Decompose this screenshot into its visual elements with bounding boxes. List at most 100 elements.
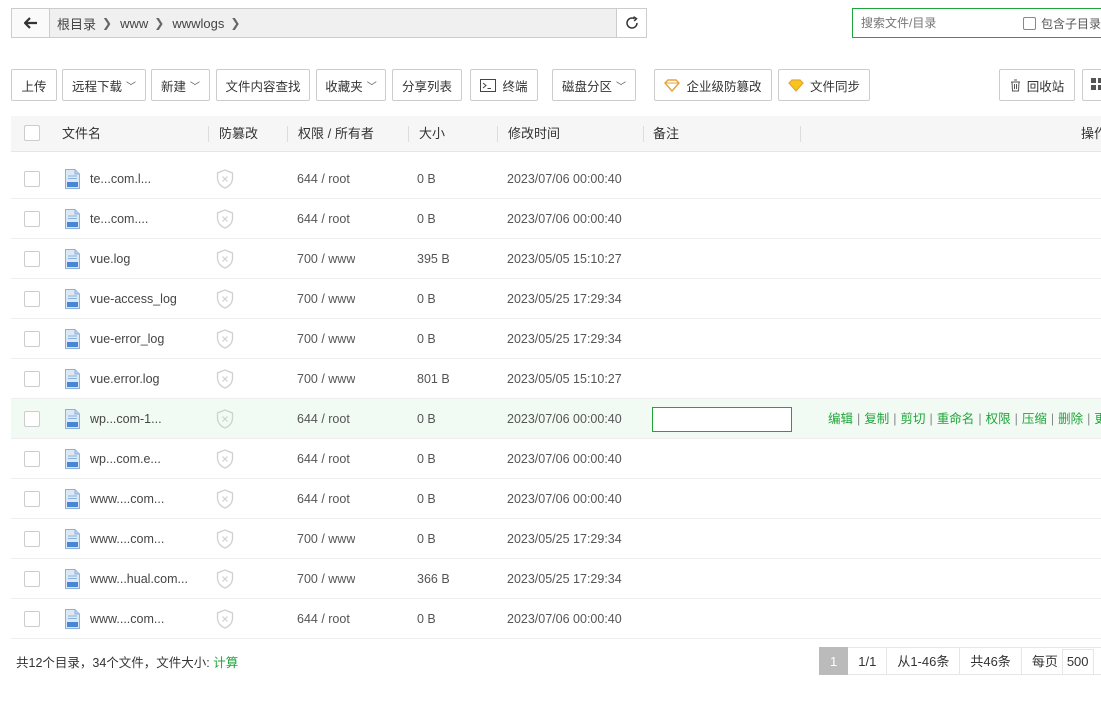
header-mtime[interactable]: 修改时间 — [508, 116, 560, 152]
row-checkbox[interactable] — [24, 611, 40, 627]
calc-size-link[interactable]: 计算 — [213, 656, 238, 670]
action-4[interactable]: 权限 — [986, 412, 1011, 426]
file-name[interactable]: vue.log — [90, 239, 202, 279]
table-row[interactable]: www....com... 700 / www 0 B 2023/05/25 17:2… — [11, 519, 1101, 559]
file-name[interactable]: wp...com-1... — [90, 399, 202, 439]
file-permission[interactable]: 644 / root — [297, 479, 350, 519]
upload-button[interactable]: 上传 — [11, 69, 57, 101]
file-permission[interactable]: 700 / www — [297, 279, 355, 319]
file-permission[interactable]: 700 / www — [297, 319, 355, 359]
file-permission[interactable]: 644 / root — [297, 199, 350, 239]
remote-download-button[interactable]: 远程下载 ﹀ — [62, 69, 146, 101]
shield-icon[interactable] — [216, 209, 234, 229]
disk-partition-button[interactable]: 磁盘分区 ﹀ — [552, 69, 636, 101]
action-5[interactable]: 压缩 — [1022, 412, 1047, 426]
shield-icon[interactable] — [216, 449, 234, 469]
select-all-checkbox[interactable] — [24, 125, 40, 141]
include-subdir-toggle[interactable]: 包含子目录 — [1023, 15, 1101, 32]
breadcrumb-www[interactable]: www — [120, 16, 148, 31]
file-permission[interactable]: 700 / www — [297, 559, 355, 599]
shield-icon[interactable] — [216, 369, 234, 389]
file-permission[interactable]: 700 / www — [297, 519, 355, 559]
favorites-button[interactable]: 收藏夹 ﹀ — [316, 69, 386, 101]
file-permission[interactable]: 644 / root — [297, 439, 350, 479]
file-name[interactable]: vue-error_log — [90, 319, 202, 359]
file-name[interactable]: wp...com.e... — [90, 439, 202, 479]
file-name[interactable]: te...com.l... — [90, 159, 202, 199]
search-input[interactable] — [853, 10, 1023, 36]
shield-icon[interactable] — [216, 249, 234, 269]
file-name[interactable]: vue-access_log — [90, 279, 202, 319]
action-separator: | — [1087, 412, 1091, 426]
shield-icon[interactable] — [216, 529, 234, 549]
enterprise-tamper-button[interactable]: 企业级防篡改 — [654, 69, 772, 101]
table-row[interactable]: www...hual.com... 700 / www 366 B 2023/05/2… — [11, 559, 1101, 599]
shield-icon[interactable] — [216, 569, 234, 589]
row-checkbox[interactable] — [24, 571, 40, 587]
share-list-button[interactable]: 分享列表 — [392, 69, 462, 101]
breadcrumb-root[interactable]: 根目录 — [57, 14, 96, 33]
header-filename[interactable]: 文件名 — [62, 116, 101, 152]
file-mtime: 2023/05/05 15:10:27 — [507, 252, 622, 266]
table-row[interactable]: wp...com-1... 644 / root 0 B 2023/07/06 00:… — [11, 399, 1101, 439]
file-name[interactable]: www....com... — [90, 519, 202, 559]
table-row[interactable]: vue-error_log 700 / www 0 B 2023/05/25 17:2… — [11, 319, 1101, 359]
row-checkbox[interactable] — [24, 291, 40, 307]
row-checkbox[interactable] — [24, 451, 40, 467]
row-checkbox[interactable] — [24, 531, 40, 547]
row-checkbox[interactable] — [24, 211, 40, 227]
action-7[interactable]: 更多 — [1094, 412, 1101, 426]
back-button[interactable] — [12, 9, 50, 37]
shield-icon[interactable] — [216, 409, 234, 429]
file-permission[interactable]: 644 / root — [297, 159, 350, 199]
include-subdir-checkbox[interactable] — [1023, 16, 1036, 30]
file-permission[interactable]: 644 / root — [297, 599, 350, 639]
header-permission[interactable]: 权限 / 所有者 — [298, 116, 374, 152]
shield-icon[interactable] — [216, 329, 234, 349]
row-checkbox[interactable] — [24, 371, 40, 387]
shield-icon[interactable] — [216, 489, 234, 509]
shield-icon[interactable] — [216, 289, 234, 309]
row-checkbox[interactable] — [24, 411, 40, 427]
content-search-button[interactable]: 文件内容查找 — [216, 69, 310, 101]
table-row[interactable]: www....com... 644 / root 0 B 2023/07/06 00:… — [11, 479, 1101, 519]
note-input[interactable] — [652, 407, 792, 432]
table-row[interactable]: wp...com.e... 644 / root 0 B 2023/07/06 00:… — [11, 439, 1101, 479]
refresh-button[interactable] — [616, 9, 646, 37]
per-page-select[interactable]: 500 — [1061, 649, 1094, 675]
file-permission[interactable]: 644 / root — [297, 399, 350, 439]
row-checkbox[interactable] — [24, 331, 40, 347]
recycle-bin-button[interactable]: 回收站 — [999, 69, 1075, 101]
page-current[interactable]: 1 — [819, 647, 849, 675]
file-name[interactable]: te...com.... — [90, 199, 202, 239]
file-permission[interactable]: 700 / www — [297, 359, 355, 399]
table-row[interactable]: vue-access_log 700 / www 0 B 2023/05/25 17:… — [11, 279, 1101, 319]
new-button[interactable]: 新建 ﹀ — [151, 69, 210, 101]
action-1[interactable]: 复制 — [864, 412, 889, 426]
file-permission[interactable]: 700 / www — [297, 239, 355, 279]
table-row[interactable]: te...com.l... 644 / root 0 B 2023/07/06 00:… — [11, 159, 1101, 199]
pagination: 1 1/1 从1-46条 共46条 每页 500 — [819, 647, 1101, 675]
file-name[interactable]: www....com... — [90, 599, 202, 639]
file-name[interactable]: www...hual.com... — [90, 559, 202, 599]
row-checkbox[interactable] — [24, 491, 40, 507]
action-0[interactable]: 编辑 — [828, 412, 853, 426]
shield-icon[interactable] — [216, 609, 234, 629]
terminal-button[interactable]: 终端 — [470, 69, 538, 101]
table-row[interactable]: vue.log 700 / www 395 B 2023/05/05 15:10:27 — [11, 239, 1101, 279]
table-row[interactable]: www....com... 644 / root 0 B 2023/07/06 00:… — [11, 599, 1101, 639]
breadcrumb-wwwlogs[interactable]: wwwlogs — [172, 16, 224, 31]
view-toggle-button[interactable] — [1082, 69, 1101, 101]
action-6[interactable]: 删除 — [1058, 412, 1083, 426]
shield-icon[interactable] — [216, 169, 234, 189]
row-checkbox[interactable] — [24, 171, 40, 187]
file-sync-button[interactable]: 文件同步 — [778, 69, 870, 101]
file-name[interactable]: vue.error.log — [90, 359, 202, 399]
header-size[interactable]: 大小 — [419, 116, 445, 152]
action-2[interactable]: 剪切 — [901, 412, 926, 426]
action-3[interactable]: 重命名 — [937, 412, 975, 426]
table-row[interactable]: vue.error.log 700 / www 801 B 2023/05/05 15… — [11, 359, 1101, 399]
file-name[interactable]: www....com... — [90, 479, 202, 519]
table-row[interactable]: te...com.... 644 / root 0 B 2023/07/06 00:0… — [11, 199, 1101, 239]
row-checkbox[interactable] — [24, 251, 40, 267]
